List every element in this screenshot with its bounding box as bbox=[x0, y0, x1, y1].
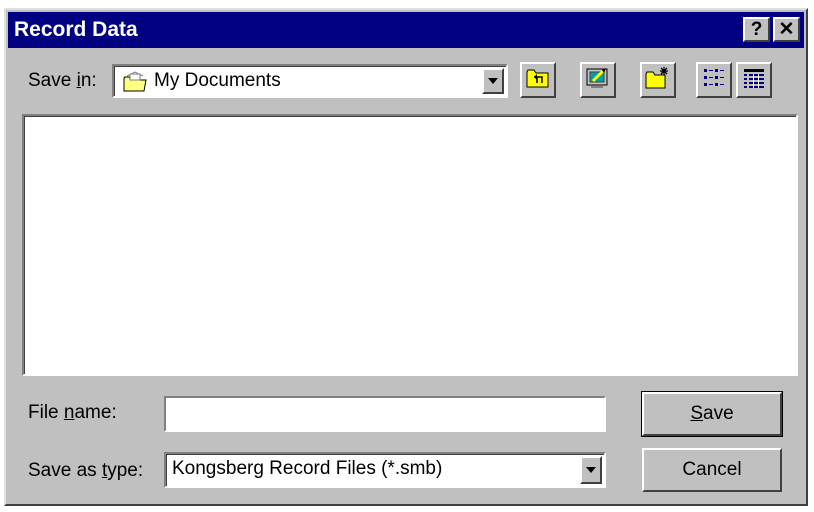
up-one-level-button[interactable] bbox=[520, 62, 556, 98]
save-in-dropdown-button[interactable] bbox=[482, 68, 504, 94]
help-button[interactable]: ? bbox=[743, 17, 770, 42]
chevron-down-icon bbox=[586, 467, 596, 473]
help-icon: ? bbox=[750, 19, 763, 40]
save-button-label: Save bbox=[690, 403, 734, 424]
save-in-value: My Documents bbox=[154, 70, 281, 91]
details-view-button[interactable] bbox=[736, 62, 772, 98]
up-one-level-icon bbox=[526, 68, 550, 93]
save-as-type-value: Kongsberg Record Files (*.smb) bbox=[172, 458, 443, 479]
file-list[interactable] bbox=[22, 114, 798, 376]
details-view-icon bbox=[742, 67, 766, 94]
new-folder-button[interactable] bbox=[640, 62, 676, 98]
file-name-input[interactable] bbox=[167, 399, 603, 429]
save-as-type-dropdown-button[interactable] bbox=[580, 456, 602, 484]
save-in-label: Save in: bbox=[28, 70, 97, 91]
desktop-button[interactable] bbox=[580, 62, 616, 98]
save-as-type-label: Save as type: bbox=[28, 460, 144, 481]
title-bar[interactable]: Record Data ? ✕ bbox=[8, 12, 804, 48]
close-button[interactable]: ✕ bbox=[773, 17, 800, 42]
cancel-button-label: Cancel bbox=[682, 459, 742, 480]
save-in-dropdown[interactable]: My Documents bbox=[112, 64, 508, 98]
save-as-type-dropdown[interactable]: Kongsberg Record Files (*.smb) bbox=[164, 452, 606, 488]
cancel-button[interactable]: Cancel bbox=[642, 448, 782, 492]
list-view-button[interactable] bbox=[696, 62, 732, 98]
folder-icon bbox=[122, 71, 148, 98]
dialog-title: Record Data bbox=[14, 18, 138, 41]
new-folder-icon bbox=[645, 66, 671, 95]
close-icon: ✕ bbox=[778, 19, 795, 40]
chevron-down-icon bbox=[488, 78, 498, 84]
list-view-icon bbox=[702, 67, 726, 94]
dialog-window: Record Data ? ✕ Save in: My Documents Fi… bbox=[4, 8, 808, 506]
save-button[interactable]: Save bbox=[641, 391, 783, 437]
desktop-icon bbox=[585, 66, 611, 95]
file-name-label: File name: bbox=[28, 402, 117, 423]
file-name-field[interactable] bbox=[164, 396, 606, 432]
